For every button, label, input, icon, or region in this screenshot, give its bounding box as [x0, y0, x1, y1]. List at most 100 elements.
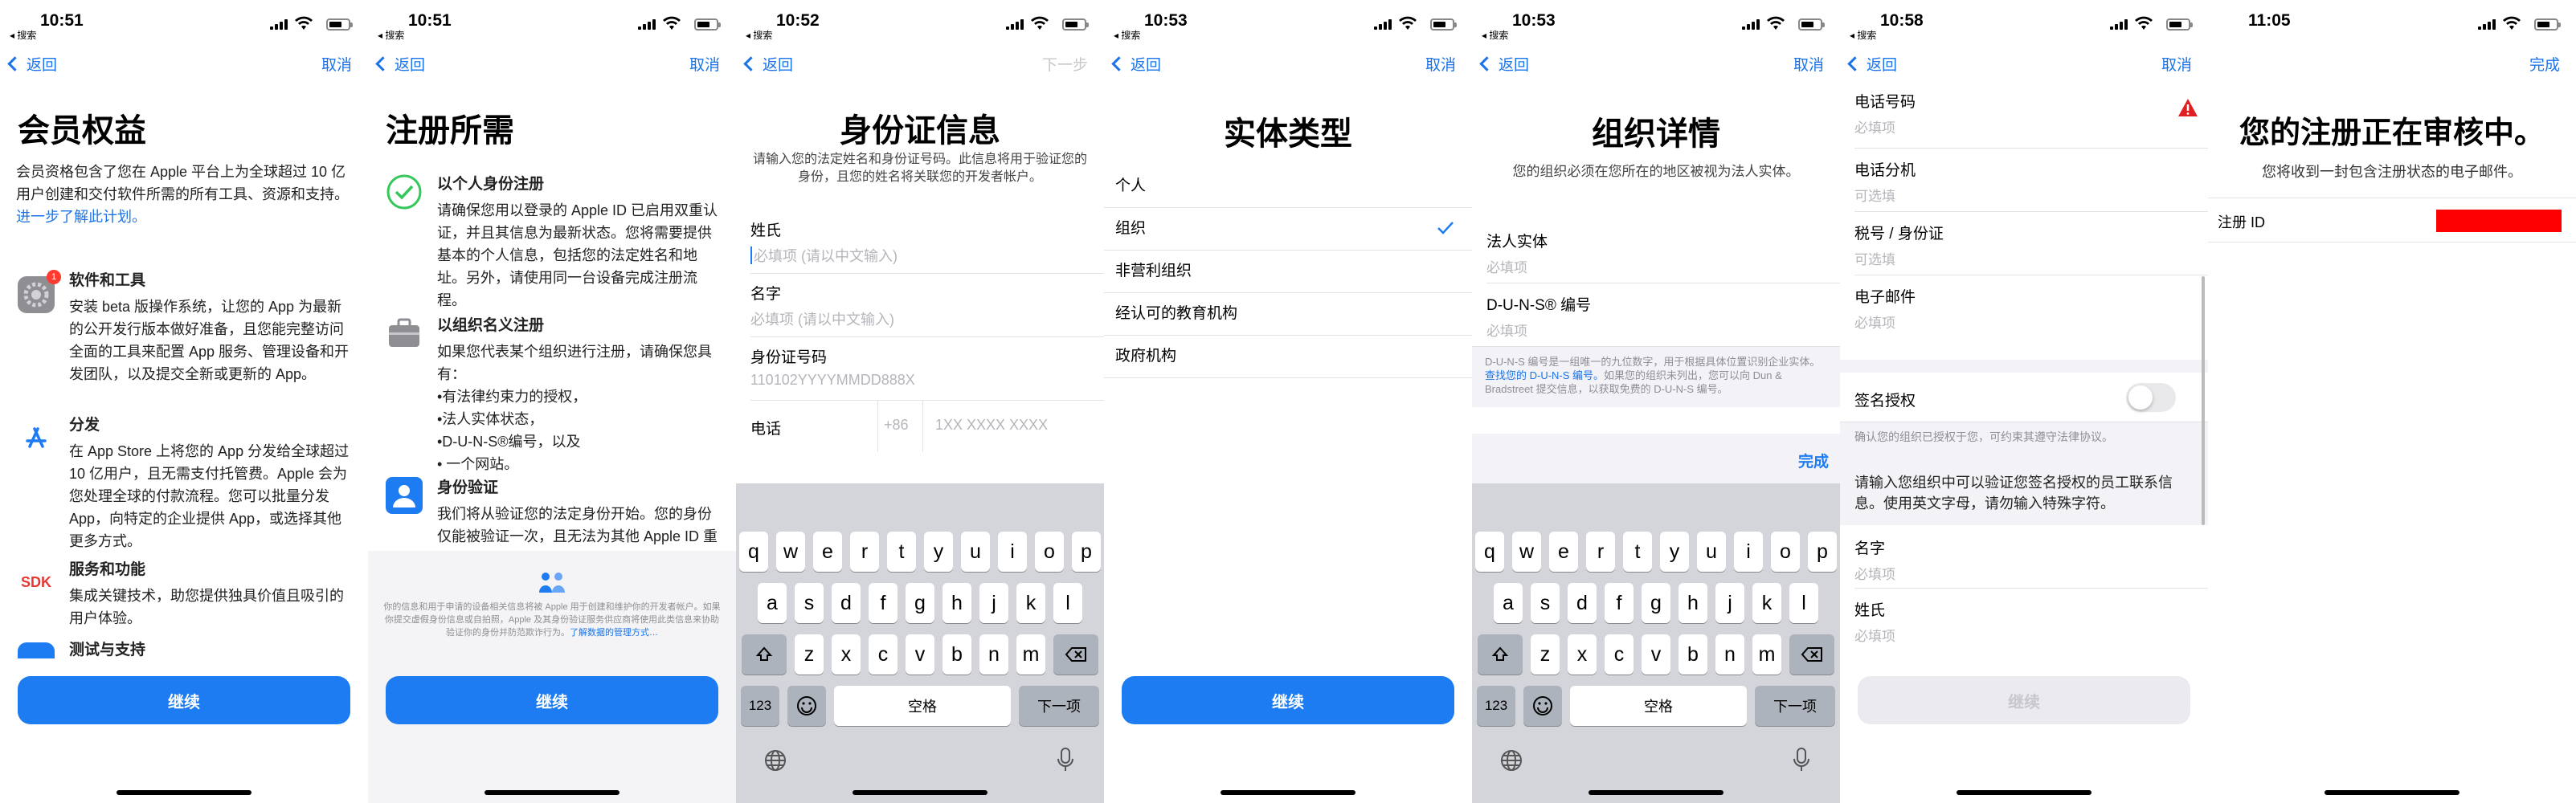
learn-more-link[interactable]: 进一步了解此计划。	[16, 206, 350, 228]
key[interactable]: s	[1531, 583, 1560, 623]
space-key[interactable]: 空格	[1570, 686, 1747, 726]
back-to-search-link[interactable]: ◂ 搜索	[746, 28, 772, 42]
key[interactable]: j	[1715, 583, 1744, 623]
key[interactable]: w	[776, 532, 805, 572]
entity-option-nonprofit[interactable]: 非营利组织	[1104, 251, 1472, 293]
phone-number-input[interactable]: 1XX XXXX XXXX	[935, 417, 1048, 434]
cancel-button[interactable]: 取消	[2161, 53, 2192, 75]
privacy-link[interactable]: 了解数据的管理方式…	[570, 628, 658, 638]
continue-button[interactable]: 继续	[1858, 676, 2190, 724]
key[interactable]: v	[906, 634, 934, 675]
back-button[interactable]: 返回	[7, 53, 57, 75]
surname-field[interactable]: 姓氏 必填项 (请以中文输入)	[736, 210, 1104, 273]
key[interactable]: l	[1053, 583, 1082, 623]
key[interactable]: m	[1016, 634, 1045, 675]
key[interactable]: s	[795, 583, 824, 623]
key[interactable]: p	[1072, 532, 1101, 572]
phone-number-field[interactable]: 电话号码 必填项	[1840, 85, 2208, 148]
key[interactable]: k	[1016, 583, 1045, 623]
cancel-button[interactable]: 取消	[689, 53, 720, 75]
duns-number-field[interactable]: D-U-N-S® 编号 必填项	[1472, 283, 1840, 346]
key[interactable]: d	[1568, 583, 1597, 623]
key[interactable]: l	[1789, 583, 1818, 623]
back-to-search-link[interactable]: ◂ 搜索	[1114, 28, 1140, 42]
back-to-search-link[interactable]: ◂ 搜索	[378, 28, 404, 42]
done-button[interactable]: 完成	[2529, 53, 2560, 75]
emoji-key[interactable]	[1523, 686, 1562, 726]
entity-option-organization[interactable]: 组织	[1104, 208, 1472, 251]
cancel-button[interactable]: 取消	[321, 53, 352, 75]
email-field[interactable]: 电子邮件 必填项	[1840, 275, 2208, 338]
contact-given-name-field[interactable]: 名字 必填项	[1840, 525, 2208, 588]
key[interactable]: g	[1642, 583, 1670, 623]
next-button[interactable]: 下一步	[1042, 53, 1088, 75]
back-to-search-link[interactable]: ◂ 搜索	[1850, 28, 1876, 42]
key[interactable]: z	[795, 634, 824, 675]
done-button[interactable]: 完成	[1798, 450, 1829, 471]
key[interactable]: f	[869, 583, 898, 623]
key[interactable]: i	[1734, 532, 1763, 572]
key[interactable]: o	[1771, 532, 1800, 572]
key[interactable]: r	[1586, 532, 1615, 572]
back-button[interactable]: 返回	[743, 53, 793, 75]
signature-authority-toggle[interactable]	[2126, 383, 2176, 412]
key[interactable]: h	[1678, 583, 1707, 623]
tax-id-field[interactable]: 税号 / 身份证 可选填	[1840, 212, 2208, 275]
key[interactable]: n	[1715, 634, 1744, 675]
back-to-search-link[interactable]: ◂ 搜索	[10, 28, 36, 42]
back-button[interactable]: 返回	[1847, 53, 1897, 75]
delete-key[interactable]	[1053, 634, 1098, 675]
numbers-key[interactable]: 123	[1477, 686, 1515, 726]
key[interactable]: c	[1605, 634, 1634, 675]
contact-surname-field[interactable]: 姓氏 必填项	[1840, 589, 2208, 651]
back-to-search-link[interactable]: ◂ 搜索	[1482, 28, 1508, 42]
key[interactable]: x	[1568, 634, 1597, 675]
id-number-field[interactable]: 身份证号码 110102YYYYMMDD888X	[736, 337, 1104, 400]
phone-field[interactable]: 电话 +86 1XX XXXX XXXX	[736, 401, 1104, 452]
continue-button[interactable]: 继续	[18, 676, 350, 724]
continue-button[interactable]: 继续	[386, 676, 718, 724]
key[interactable]: w	[1512, 532, 1541, 572]
key[interactable]: q	[739, 532, 768, 572]
key[interactable]: k	[1752, 583, 1781, 623]
shift-key[interactable]	[1478, 634, 1523, 675]
key[interactable]: y	[1660, 532, 1689, 572]
entity-option-education[interactable]: 经认可的教育机构	[1104, 293, 1472, 336]
key[interactable]: u	[1697, 532, 1726, 572]
key[interactable]: h	[942, 583, 971, 623]
phone-extension-field[interactable]: 电话分机 可选填	[1840, 149, 2208, 211]
key[interactable]: m	[1752, 634, 1781, 675]
key[interactable]: e	[1549, 532, 1578, 572]
back-button[interactable]: 返回	[375, 53, 425, 75]
legal-entity-field[interactable]: 法人实体 必填项	[1472, 220, 1840, 283]
globe-icon[interactable]	[763, 748, 787, 772]
next-field-key[interactable]: 下一项	[1019, 686, 1099, 726]
microphone-icon[interactable]	[1792, 747, 1811, 772]
key[interactable]: a	[758, 583, 787, 623]
find-duns-link[interactable]: 查找您的 D-U-N-S 编号。	[1485, 369, 1604, 381]
key[interactable]: a	[1494, 583, 1523, 623]
key[interactable]: i	[998, 532, 1027, 572]
key[interactable]: q	[1475, 532, 1504, 572]
cancel-button[interactable]: 取消	[1425, 53, 1456, 75]
key[interactable]: g	[906, 583, 934, 623]
phone-country-code[interactable]: +86	[884, 417, 909, 434]
key[interactable]: t	[1623, 532, 1652, 572]
key[interactable]: b	[1678, 634, 1707, 675]
key[interactable]: z	[1531, 634, 1560, 675]
key[interactable]: r	[850, 532, 879, 572]
key[interactable]: v	[1642, 634, 1670, 675]
cancel-button[interactable]: 取消	[1793, 53, 1824, 75]
key[interactable]: b	[942, 634, 971, 675]
space-key[interactable]: 空格	[834, 686, 1011, 726]
key[interactable]: e	[813, 532, 842, 572]
next-field-key[interactable]: 下一项	[1755, 686, 1835, 726]
entity-option-government[interactable]: 政府机构	[1104, 336, 1472, 378]
back-button[interactable]: 返回	[1479, 53, 1529, 75]
key[interactable]: f	[1605, 583, 1634, 623]
microphone-icon[interactable]	[1056, 747, 1075, 772]
globe-icon[interactable]	[1499, 748, 1523, 772]
delete-key[interactable]	[1789, 634, 1834, 675]
key[interactable]: d	[832, 583, 861, 623]
key[interactable]: x	[832, 634, 861, 675]
